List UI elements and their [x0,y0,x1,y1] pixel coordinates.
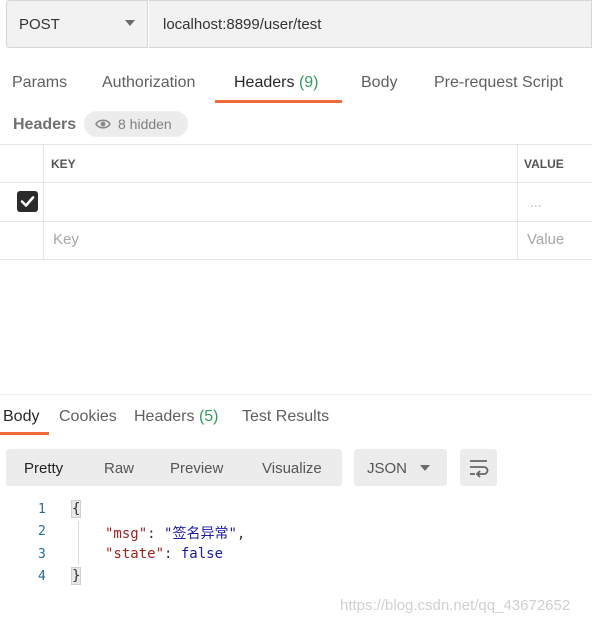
table-border-top [0,144,592,145]
column-header-value: VALUE [524,157,564,171]
json-colon: : [164,546,181,562]
table-divider [0,221,592,222]
column-divider [517,145,518,260]
url-text[interactable]: localhost:8899/user/test [163,16,321,33]
line-number: 4 [38,569,46,584]
header-row-value[interactable]: ... [530,194,542,210]
response-divider [0,394,592,395]
json-value-msg: "签名异常" [164,526,237,542]
header-enabled-checkbox[interactable] [17,191,38,212]
view-pretty-button[interactable]: Pretty [24,460,63,477]
tab-headers-count: (9) [298,74,319,91]
response-tab-cookies[interactable]: Cookies [59,408,117,426]
line-number: 3 [38,547,46,562]
json-comma: , [236,526,246,542]
tab-headers[interactable]: Headers (9) [234,74,319,92]
hidden-headers-count: 8 hidden [118,116,172,132]
view-visualize-button[interactable]: Visualize [262,460,322,477]
json-open-brace: { [70,500,82,518]
method-label: POST [19,16,60,33]
indent-guide [78,521,79,565]
tab-headers-label: Headers [234,74,295,91]
response-tab-headers-count: (5) [198,408,219,425]
code-line-3: "state": false [105,546,223,562]
chevron-down-icon[interactable] [125,20,135,26]
active-response-tab-indicator [0,432,49,435]
column-divider [43,145,44,260]
line-number: 1 [38,502,46,517]
response-tab-headers-label: Headers [134,408,195,425]
eye-icon [95,119,111,129]
new-key-input[interactable]: Key [53,231,79,248]
response-tab-body[interactable]: Body [3,408,39,426]
json-key-msg: "msg" [105,526,148,542]
json-value-state: false [180,546,224,562]
check-icon [20,196,35,207]
view-raw-button[interactable]: Raw [104,460,134,477]
watermark: https://blog.csdn.net/qq_43672652 [340,597,571,614]
wrap-lines-icon [470,460,489,478]
line-number: 2 [38,524,46,539]
response-tab-test-results[interactable]: Test Results [242,408,329,426]
code-line-2: "msg": "签名异常", [105,523,245,543]
headers-section-title: Headers [13,116,77,133]
new-value-input[interactable]: Value [527,231,564,248]
code-line-1: { [70,500,82,518]
chevron-down-icon [420,465,430,471]
code-line-4: } [70,567,82,585]
tab-pre-request-script[interactable]: Pre-request Script [434,74,563,92]
json-key-state: "state" [105,546,165,562]
tab-authorization[interactable]: Authorization [102,74,195,92]
column-header-key: KEY [51,157,76,171]
json-close-brace: } [70,567,82,585]
tab-params[interactable]: Params [12,74,67,92]
tab-body[interactable]: Body [361,74,397,92]
response-tab-headers[interactable]: Headers (5) [134,408,219,426]
format-label: JSON [367,460,408,477]
active-tab-indicator [215,100,342,103]
json-colon: : [147,526,165,542]
table-divider [0,182,592,183]
table-border-bottom [0,259,592,260]
view-preview-button[interactable]: Preview [170,460,223,477]
